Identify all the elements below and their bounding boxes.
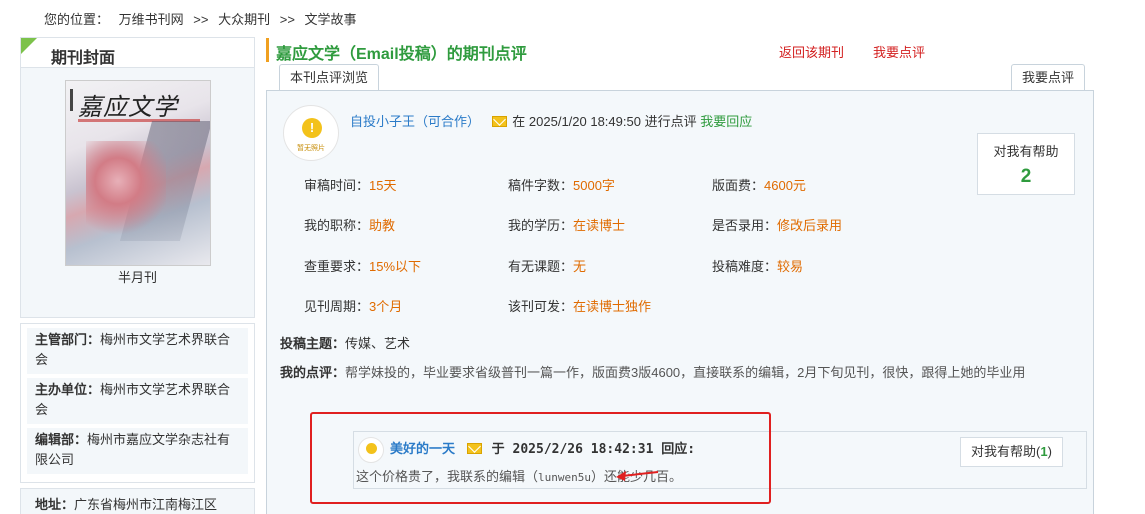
breadcrumb-subcategory[interactable]: 文学故事 <box>305 12 357 27</box>
submission-topic: 投稿主题：传媒、艺术 <box>280 333 410 352</box>
field-value: 修改后录用 <box>777 218 843 233</box>
corner-triangle-icon <box>21 38 37 54</box>
mail-icon[interactable] <box>491 116 507 127</box>
field-plagiarism: 查重要求：15%以下 <box>304 256 421 275</box>
field-value: 3个月 <box>369 299 403 314</box>
title-accent-bar <box>266 38 269 62</box>
field-value: 在读博士 <box>573 218 626 233</box>
address-value: 广东省梅州市江南梅江区 <box>74 497 218 512</box>
field-project: 有无课题：无 <box>508 256 586 275</box>
field-key: 有无课题： <box>508 259 574 274</box>
address-panel: 地址：广东省梅州市江南梅江区 <box>20 488 255 514</box>
field-suitable-for: 该刊可发：在读博士独作 <box>508 296 651 315</box>
comment-text: 帮学妹投的，毕业要求省级普刊一篇一作，版面费3版4600，直接联系的编辑，2月下… <box>345 365 1026 380</box>
avatar-placeholder-icon: ! <box>302 118 322 138</box>
helpful-count: 2 <box>1020 166 1032 187</box>
field-value: 较易 <box>777 259 804 274</box>
cover-header: 期刊封面 <box>21 38 254 68</box>
field-key: 版面费： <box>712 178 765 193</box>
field-accepted: 是否录用：修改后录用 <box>712 215 842 234</box>
cover-masthead: 嘉应文学 <box>78 93 178 121</box>
field-review-time: 审稿时间：15天 <box>304 175 396 194</box>
breadcrumb-label: 您的位置： <box>44 12 110 27</box>
cover-title: 期刊封面 <box>51 50 116 67</box>
write-review-link[interactable]: 我要点评 <box>873 42 925 61</box>
reply-helpful-label: 对我有帮助( <box>971 444 1041 459</box>
info-row: 编辑部：梅州市嘉应文学杂志社有限公司 <box>27 428 248 474</box>
field-education: 我的学历：在读博士 <box>508 215 625 234</box>
breadcrumb-category[interactable]: 大众期刊 <box>218 12 270 27</box>
field-word-count: 稿件字数：5000字 <box>508 175 615 194</box>
journal-info-panel: 主管部门：梅州市文学艺术界联合会 主办单位：梅州市文学艺术界联合会 编辑部：梅州… <box>20 323 255 483</box>
field-key: 投稿难度： <box>712 259 778 274</box>
field-key: 稿件字数： <box>508 178 574 193</box>
cover-caption: 半月刊 <box>117 270 157 285</box>
field-value: 助教 <box>369 218 396 233</box>
field-key: 查重要求： <box>304 259 370 274</box>
info-row: 主管部门：梅州市文学艺术界联合会 <box>27 328 248 374</box>
field-value: 15天 <box>369 178 397 193</box>
journal-cover-image[interactable]: 嘉应文学 <box>65 80 211 266</box>
field-value: 15%以下 <box>369 259 422 274</box>
field-key: 是否录用： <box>712 218 778 233</box>
back-to-journal-link[interactable]: 返回该期刊 <box>779 42 844 61</box>
field-value: 在读博士独作 <box>573 299 652 314</box>
helpful-button[interactable]: 对我有帮助 2 <box>977 133 1075 195</box>
reply-helpful-button[interactable]: 对我有帮助(1) <box>960 437 1063 467</box>
breadcrumb-sep: >> <box>193 12 209 27</box>
info-key: 编辑部： <box>35 432 88 447</box>
field-publish-cycle: 见刊周期：3个月 <box>304 296 402 315</box>
address-key: 地址： <box>35 497 75 512</box>
avatar-caption: 暂无照片 <box>297 145 325 152</box>
topic-value: 传媒、艺术 <box>345 336 411 351</box>
helpful-label: 对我有帮助 <box>993 144 1059 159</box>
tab-browse-reviews[interactable]: 本刊点评浏览 <box>279 64 380 91</box>
info-key: 主管部门： <box>35 332 101 347</box>
field-value: 无 <box>573 259 587 274</box>
breadcrumb-sep: >> <box>279 12 295 27</box>
field-key: 审稿时间： <box>304 178 370 193</box>
reply-helpful-close: ) <box>1047 444 1052 459</box>
topic-label: 投稿主题： <box>280 336 346 351</box>
tab-write-review[interactable]: 我要点评 <box>1011 64 1086 91</box>
review-comment: 我的点评：帮学妹投的，毕业要求省级普刊一篇一作，版面费3版4600，直接联系的编… <box>280 359 1080 387</box>
review-header: 自投小子王（可合作） 在 2025/1/20 18:49:50 进行点评 我要回… <box>350 111 752 130</box>
info-row: 主办单位：梅州市文学艺术界联合会 <box>27 378 248 424</box>
red-arrow-annotation <box>616 471 659 481</box>
reviewer-name[interactable]: 自投小子王（可合作） <box>350 114 480 129</box>
review-datetime: 2025/1/20 18:49:50 <box>528 114 641 129</box>
field-key: 我的学历： <box>508 218 574 233</box>
comment-label: 我的点评： <box>280 365 346 380</box>
page-title: 嘉应文学（Email投稿）的期刊点评 <box>276 46 527 63</box>
avatar[interactable]: ! 暂无照片 <box>283 105 339 161</box>
field-key: 我的职称： <box>304 218 370 233</box>
reply-helpful-count: 1 <box>1040 444 1048 459</box>
field-difficulty: 投稿难度：较易 <box>712 256 803 275</box>
breadcrumb-home[interactable]: 万维书刊网 <box>119 12 184 27</box>
reply-link[interactable]: 我要回应 <box>700 114 752 129</box>
breadcrumb: 您的位置： 万维书刊网 >> 大众期刊 >> 文学故事 <box>44 9 363 28</box>
review-action: 进行点评 <box>644 114 697 129</box>
field-title: 我的职称：助教 <box>304 215 395 234</box>
cover-art-shape <box>86 141 166 241</box>
info-key: 主办单位： <box>35 382 101 397</box>
field-key: 见刊周期： <box>304 299 370 314</box>
cover-spine-mark <box>70 89 73 111</box>
field-key: 该刊可发： <box>508 299 574 314</box>
annotation-highlight-box <box>310 412 771 504</box>
field-value: 4600元 <box>764 178 806 193</box>
cover-panel: 期刊封面 嘉应文学 半月刊 <box>20 37 255 318</box>
field-value: 5000字 <box>573 178 615 193</box>
field-page-fee: 版面费：4600元 <box>712 175 806 194</box>
review-at: 在 <box>512 114 526 129</box>
